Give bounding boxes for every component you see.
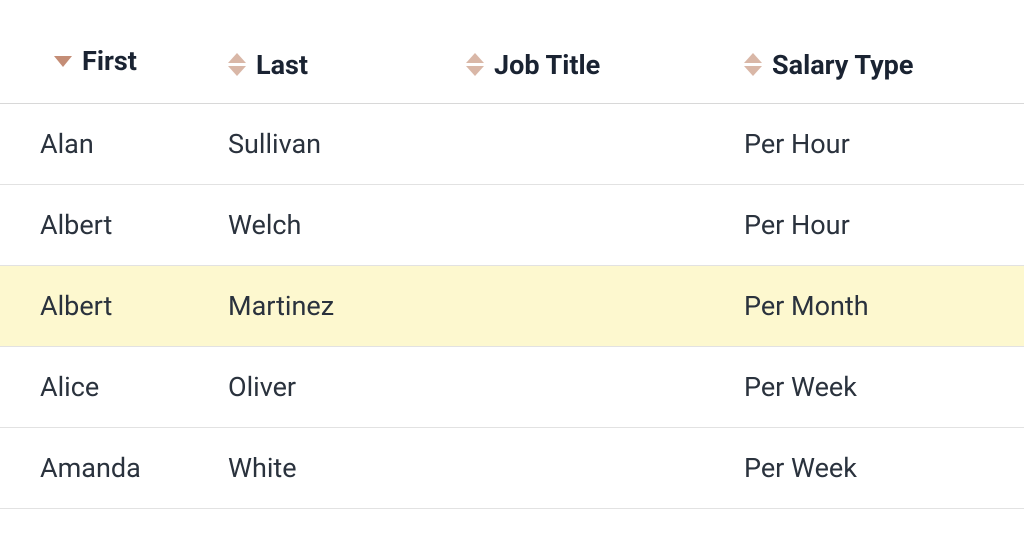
column-header-label: Last xyxy=(256,49,308,81)
cell-last: Martinez xyxy=(220,265,458,346)
employee-table: First Last xyxy=(0,20,1024,509)
table-body: Alan Sullivan Per Hour Albert Welch Per … xyxy=(0,103,1024,508)
column-header-label: Salary Type xyxy=(772,49,913,81)
cell-salary: Per Hour xyxy=(736,103,1024,184)
employee-table-container: First Last xyxy=(0,0,1024,509)
cell-last: Oliver xyxy=(220,346,458,427)
cell-first: Albert xyxy=(0,265,220,346)
column-header-salary-type[interactable]: Salary Type xyxy=(736,20,1024,103)
cell-first: Alan xyxy=(0,103,220,184)
table-row[interactable]: Alan Sullivan Per Hour xyxy=(0,103,1024,184)
column-header-job-title[interactable]: Job Title xyxy=(458,20,736,103)
table-row[interactable]: Alice Oliver Per Week xyxy=(0,346,1024,427)
table-row[interactable]: Albert Welch Per Hour xyxy=(0,184,1024,265)
column-header-label: First xyxy=(82,45,137,77)
cell-job xyxy=(458,427,736,508)
cell-first: Amanda xyxy=(0,427,220,508)
cell-salary: Per Week xyxy=(736,427,1024,508)
sort-desc-icon xyxy=(54,56,72,67)
cell-salary: Per Hour xyxy=(736,184,1024,265)
cell-job xyxy=(458,346,736,427)
cell-job xyxy=(458,184,736,265)
cell-salary: Per Week xyxy=(736,346,1024,427)
table-header-row: First Last xyxy=(0,20,1024,103)
cell-job xyxy=(458,103,736,184)
cell-first: Albert xyxy=(0,184,220,265)
sort-neutral-icon xyxy=(744,53,762,76)
column-header-last[interactable]: Last xyxy=(220,20,458,103)
column-header-label: Job Title xyxy=(494,49,600,81)
sort-neutral-icon xyxy=(228,53,246,76)
cell-first: Alice xyxy=(0,346,220,427)
table-row[interactable]: Amanda White Per Week xyxy=(0,427,1024,508)
cell-last: Welch xyxy=(220,184,458,265)
cell-job xyxy=(458,265,736,346)
cell-last: Sullivan xyxy=(220,103,458,184)
table-row[interactable]: Albert Martinez Per Month xyxy=(0,265,1024,346)
column-header-first[interactable]: First xyxy=(0,20,220,103)
cell-salary: Per Month xyxy=(736,265,1024,346)
cell-last: White xyxy=(220,427,458,508)
sort-neutral-icon xyxy=(466,53,484,76)
